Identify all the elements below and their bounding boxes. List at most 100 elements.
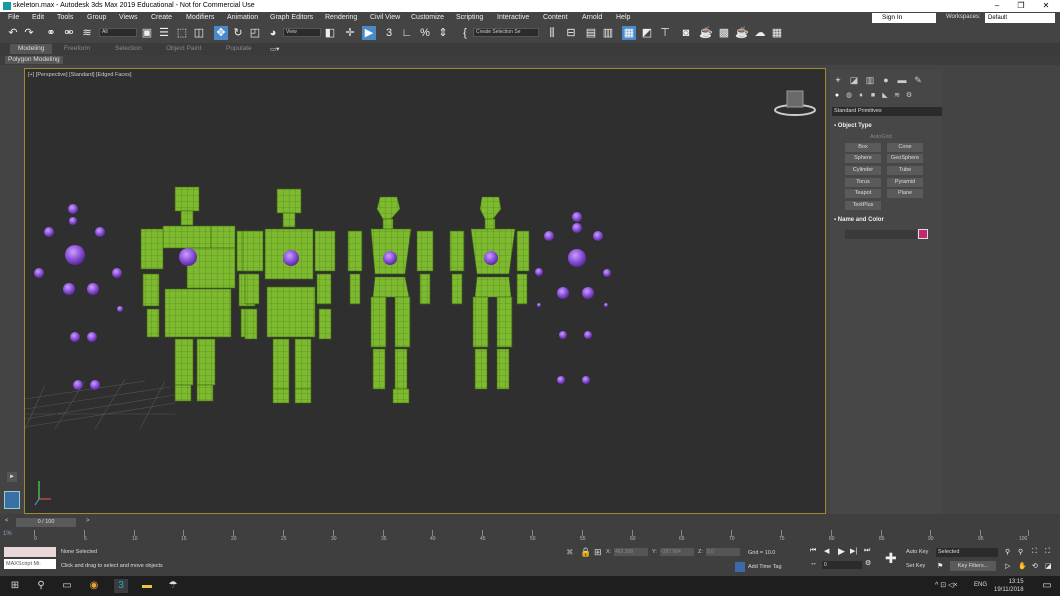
task-view-icon[interactable]: ▭ — [60, 579, 74, 593]
spinner-snap-icon[interactable]: ⇕ — [436, 26, 450, 40]
close-button[interactable]: ✕ — [1034, 0, 1058, 12]
systems-icon[interactable]: ⚙ — [904, 92, 914, 100]
file-explorer-icon[interactable]: ▬ — [140, 579, 154, 593]
zoom-icon[interactable]: ⚲ — [1005, 548, 1010, 556]
play-icon[interactable]: ▶ — [838, 546, 845, 557]
undo-icon[interactable]: ↶ — [6, 26, 20, 40]
time-slider[interactable]: 0 / 100 — [16, 518, 76, 527]
app-taskbar-icon[interactable]: ☂ — [166, 579, 180, 593]
set-key-button[interactable]: Set Key — [906, 563, 925, 569]
hierarchy-tab-icon[interactable]: ▥ — [864, 75, 876, 85]
menu-edit[interactable]: Edit — [32, 14, 44, 21]
scene-explorer-icon[interactable]: ▦ — [622, 26, 636, 40]
material-editor-icon[interactable]: ◙ — [679, 26, 693, 40]
menu-group[interactable]: Group — [87, 14, 106, 21]
select-place-icon[interactable]: ◕ — [266, 26, 280, 40]
search-icon[interactable]: ⚲ — [34, 579, 48, 593]
selection-filter-dropdown[interactable]: All — [99, 28, 137, 37]
system-tray-icons[interactable]: ^ ⊡ ◁× — [935, 581, 958, 589]
bind-space-warp-icon[interactable]: ≋ — [80, 26, 94, 40]
box-button[interactable]: Box — [845, 143, 881, 152]
filter-icon[interactable]: 1% — [3, 531, 12, 537]
render-production-icon[interactable]: ☕ — [735, 26, 749, 40]
autogrid-checkbox[interactable]: AutoGrid — [870, 134, 892, 140]
next-frame-icon[interactable]: ▶| — [850, 547, 857, 555]
time-tag-icon[interactable] — [735, 562, 745, 572]
menu-interactive[interactable]: Interactive — [497, 14, 529, 21]
geometry-icon[interactable]: ● — [832, 92, 842, 100]
tab-freeform[interactable]: Freeform — [64, 45, 90, 52]
timeline-next-icon[interactable]: > — [86, 518, 90, 524]
teapot-button[interactable]: Teapot — [845, 189, 881, 198]
render-setup-icon[interactable]: ☕ — [699, 26, 713, 40]
key-filters-button[interactable]: Key Filters... — [950, 561, 996, 571]
y-coordinate-field[interactable]: -387.984 — [660, 548, 694, 556]
tab-populate[interactable]: Populate — [226, 45, 252, 52]
display-tab-icon[interactable]: ▬ — [896, 75, 908, 85]
clock[interactable]: 13:15 19/11/2018 — [994, 578, 1024, 594]
minimize-button[interactable]: – — [985, 0, 1009, 12]
menu-tools[interactable]: Tools — [57, 14, 73, 21]
motion-tab-icon[interactable]: ● — [880, 75, 892, 85]
layer-explorer-icon[interactable]: ▤ — [584, 26, 598, 40]
key-selection-dropdown[interactable]: Selected — [936, 548, 998, 557]
menu-file[interactable]: File — [8, 14, 19, 21]
go-to-end-icon[interactable]: ⏭ — [864, 547, 870, 555]
selection-lock-icon[interactable]: 🔒 — [580, 547, 591, 558]
previous-frame-icon[interactable]: ◀ — [824, 547, 829, 555]
mirror-icon[interactable]: ⫼ — [545, 26, 559, 40]
sphere-button[interactable]: Sphere — [845, 154, 881, 163]
rendered-frame-window-icon[interactable]: ▩ — [717, 26, 731, 40]
menu-civil-view[interactable]: Civil View — [370, 14, 400, 21]
track-bar[interactable]: 0 5 10 15 20 25 30 35 40 45 50 55 60 65 … — [34, 530, 1030, 543]
isolate-selection-icon[interactable]: ✖ — [566, 547, 574, 558]
maxscript-mini-listener[interactable]: MAXScript Mi: — [4, 559, 56, 569]
tab-object-paint[interactable]: Object Paint — [166, 45, 201, 52]
object-name-input[interactable] — [845, 230, 917, 239]
menu-views[interactable]: Views — [119, 14, 138, 21]
pyramid-button[interactable]: Pyramid — [887, 178, 923, 187]
space-warps-icon[interactable]: ≋ — [892, 92, 902, 100]
3ds-max-taskbar-icon[interactable]: 3 — [114, 579, 128, 593]
zoom-all-icon[interactable]: ⚲ — [1018, 548, 1023, 556]
object-type-rollout-title[interactable]: ▪ Object Type — [834, 123, 872, 129]
go-to-start-icon[interactable]: ⏮ — [810, 547, 816, 555]
ref-coord-dropdown[interactable]: View — [283, 28, 321, 37]
windows-start-icon[interactable]: ⊞ — [8, 579, 22, 593]
menu-rendering[interactable]: Rendering — [325, 14, 357, 21]
language-indicator[interactable]: ENG — [974, 582, 987, 588]
menu-content[interactable]: Content — [543, 14, 568, 21]
absolute-mode-icon[interactable]: ⊞ — [594, 547, 602, 558]
menu-modifiers[interactable]: Modifiers — [186, 14, 214, 21]
add-time-tag-button[interactable]: Add Time Tag — [748, 564, 782, 570]
schematic-view-icon[interactable]: ⊤ — [658, 26, 672, 40]
menu-customize[interactable]: Customize — [411, 14, 444, 21]
menu-graph-editors[interactable]: Graph Editors — [270, 14, 313, 21]
current-frame-field[interactable]: 0 — [822, 561, 862, 569]
chrome-icon[interactable]: ◉ — [87, 579, 101, 593]
window-crossing-icon[interactable]: ◫ — [192, 26, 206, 40]
named-selection-dropdown[interactable]: Create Selection Se — [473, 28, 539, 37]
cone-button[interactable]: Cone — [887, 143, 923, 152]
pan-view-icon[interactable]: ✋ — [1018, 562, 1027, 570]
a360-gallery-icon[interactable]: ▦ — [770, 26, 784, 40]
field-of-view-icon[interactable]: ▷ — [1005, 562, 1010, 570]
modify-tab-icon[interactable]: ◪ — [848, 75, 860, 85]
select-scale-icon[interactable]: ◰ — [248, 26, 262, 40]
unlink-icon[interactable]: ⚮ — [62, 26, 76, 40]
tab-modeling[interactable]: Modeling — [10, 44, 53, 54]
plane-button[interactable]: Plane — [887, 189, 923, 198]
name-color-rollout-title[interactable]: ▪ Name and Color — [834, 217, 884, 223]
menu-create[interactable]: Create — [151, 14, 172, 21]
time-config-arrows-icon[interactable]: ↔ — [810, 560, 817, 567]
ribbon-options-icon[interactable]: ▭▾ — [270, 45, 279, 53]
primitive-type-dropdown[interactable]: Standard Primitives — [832, 107, 942, 116]
redo-icon[interactable]: ↷ — [22, 26, 36, 40]
viewport-layout-icon[interactable] — [4, 491, 20, 509]
notifications-icon[interactable]: ▭ — [1040, 579, 1054, 593]
menu-scripting[interactable]: Scripting — [456, 14, 483, 21]
cylinder-button[interactable]: Cylinder — [845, 166, 881, 175]
torus-button[interactable]: Torus — [845, 178, 881, 187]
time-configuration-icon[interactable]: ⚙ — [865, 559, 871, 567]
percent-snap-icon[interactable]: % — [418, 26, 432, 40]
